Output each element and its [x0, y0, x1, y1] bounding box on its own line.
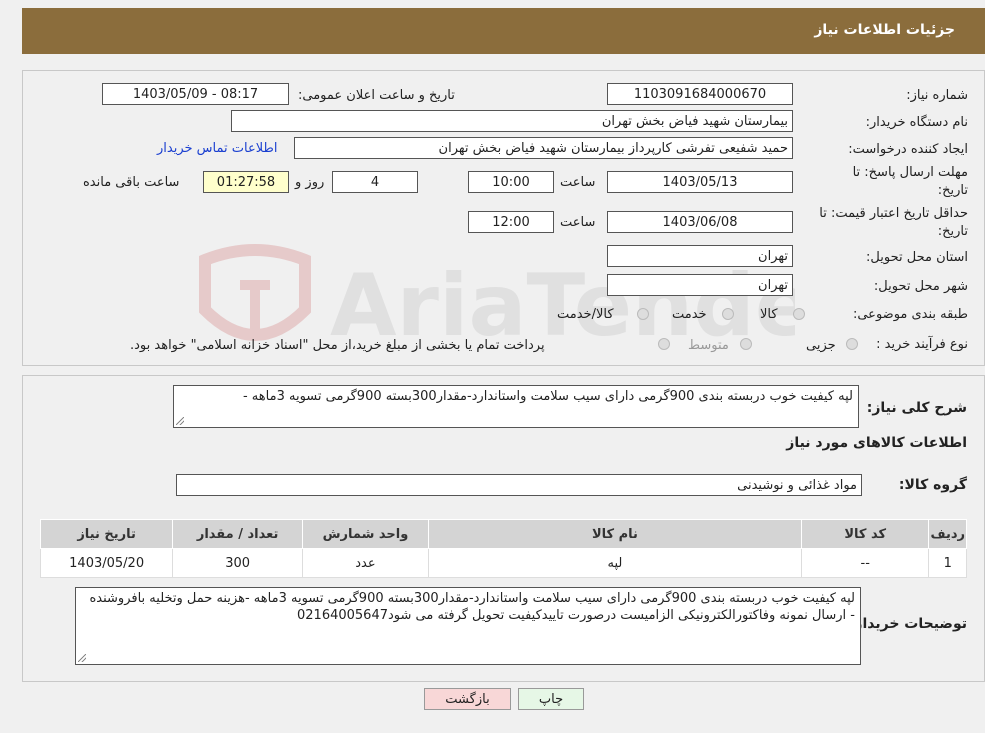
summary-label: شرح کلی نیاز:	[866, 400, 967, 416]
process-option-medium: متوسط	[688, 338, 729, 353]
print-button[interactable]: چاپ	[518, 688, 584, 710]
days-remaining-field: 4	[332, 171, 418, 193]
creator-field: حمید شفیعی تفرشی کارپرداز بیمارستان شهید…	[294, 137, 793, 159]
col-header-need-date: تاریخ نیاز	[39, 519, 174, 549]
page-header: جزئیات اطلاعات نیاز	[22, 8, 985, 54]
days-label: روز و	[295, 175, 325, 190]
city-label: شهر محل تحویل:	[873, 279, 968, 294]
table-row: 1 -- لپه عدد 300 1403/05/20	[39, 548, 967, 578]
col-header-item-code: کد کالا	[800, 519, 930, 549]
table-header-row: ردیف کد کالا نام کالا واحد شمارش تعداد /…	[39, 519, 967, 549]
category-option-service: خدمت	[672, 307, 707, 322]
col-header-quantity: تعداد / مقدار	[172, 519, 303, 549]
col-header-row-number: ردیف	[928, 519, 967, 549]
category-radio-service[interactable]	[722, 308, 734, 320]
deadline-time-field: 10:00	[468, 171, 554, 193]
remaining-label: ساعت باقی مانده	[83, 175, 180, 190]
validity-label-2: تاریخ:	[937, 224, 968, 239]
category-option-goods-service: کالا/خدمت	[557, 307, 614, 322]
goods-info-title: اطلاعات کالاهای مورد نیاز	[786, 435, 967, 451]
goods-group-label: گروه کالا:	[898, 477, 967, 493]
cell-quantity: 300	[172, 548, 303, 578]
cell-item-code: --	[800, 548, 930, 578]
cell-unit: عدد	[301, 548, 429, 578]
need-number-label: شماره نیاز:	[906, 88, 968, 103]
col-header-item-name: نام کالا	[427, 519, 802, 549]
treasury-checkbox[interactable]	[658, 338, 670, 350]
category-radio-goods[interactable]	[793, 308, 805, 320]
items-table: ردیف کد کالا نام کالا واحد شمارش تعداد /…	[39, 519, 967, 578]
buyer-org-label: نام دستگاه خریدار:	[865, 115, 968, 130]
deadline-label: مهلت ارسال پاسخ: تا	[852, 165, 968, 180]
cell-item-name: لپه	[427, 548, 802, 578]
need-number-field: 1103091684000670	[607, 83, 793, 105]
validity-time-label: ساعت	[560, 215, 596, 230]
process-radio-medium[interactable]	[740, 338, 752, 350]
goods-group-field: مواد غذائی و نوشیدنی	[176, 474, 862, 496]
province-label: استان محل تحویل:	[866, 250, 968, 265]
resize-handle-icon[interactable]	[78, 654, 86, 662]
city-field: تهران	[607, 274, 793, 296]
category-label: طبقه بندی موضوعی:	[852, 307, 968, 322]
buyer-contact-link[interactable]: اطلاعات تماس خریدار	[157, 141, 277, 156]
summary-textarea[interactable]: لپه کیفیت خوب دربسته بندی 900گرمی دارای …	[173, 385, 859, 428]
process-label: نوع فرآیند خرید :	[876, 337, 968, 352]
category-radio-goods-service[interactable]	[637, 308, 649, 320]
deadline-date-field: 1403/05/13	[607, 171, 793, 193]
cell-need-date: 1403/05/20	[39, 548, 174, 578]
buyer-notes-label: توضیحات خریدار:	[848, 616, 967, 632]
process-note: پرداخت تمام یا بخشی از مبلغ خرید،از محل …	[130, 338, 545, 353]
resize-handle-icon[interactable]	[176, 417, 184, 425]
validity-label: حداقل تاریخ اعتبار قیمت: تا	[819, 206, 968, 221]
deadline-label-2: تاریخ:	[937, 183, 968, 198]
deadline-time-label: ساعت	[560, 175, 596, 190]
col-header-unit: واحد شمارش	[301, 519, 429, 549]
creator-label: ایجاد کننده درخواست:	[848, 142, 968, 157]
remaining-time-field: 01:27:58	[203, 171, 289, 193]
province-field: تهران	[607, 245, 793, 267]
validity-time-field: 12:00	[468, 211, 554, 233]
category-option-goods: کالا	[760, 307, 778, 322]
process-option-minor: جزیی	[806, 338, 836, 353]
announce-datetime-field: 1403/05/09 - 08:17	[102, 83, 289, 105]
validity-date-field: 1403/06/08	[607, 211, 793, 233]
back-button[interactable]: بازگشت	[424, 688, 511, 710]
process-radio-minor[interactable]	[846, 338, 858, 350]
buyer-org-field: بیمارستان شهید فیاض بخش تهران	[231, 110, 793, 132]
buyer-notes-textarea[interactable]: لپه کیفیت خوب دربسته بندی 900گرمی دارای …	[75, 587, 861, 665]
cell-row-number: 1	[928, 548, 967, 578]
page-title: جزئیات اطلاعات نیاز	[814, 22, 955, 38]
announce-label: تاریخ و ساعت اعلان عمومی:	[298, 88, 455, 103]
